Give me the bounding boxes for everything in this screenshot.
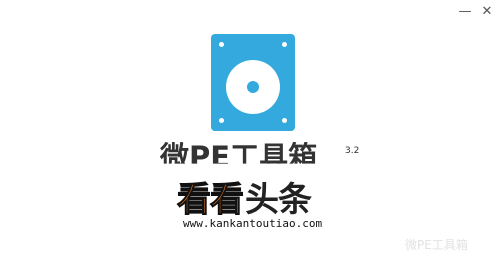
screw-bottom-left <box>219 118 224 123</box>
close-button[interactable]: ✕ <box>478 4 496 20</box>
watermark-brand-part2: 头条 <box>245 180 312 220</box>
disc-spindle <box>247 81 259 93</box>
screw-top-right <box>282 42 287 47</box>
app-version: 3.2 <box>345 146 360 156</box>
app-window: — ✕ 微PE工具箱 3.2 看看头条 www.kankantoutiao.co… <box>0 0 500 258</box>
disc-platter <box>226 60 280 114</box>
watermark-brand-part1: 看看 <box>177 180 245 221</box>
hard-disk-icon <box>211 34 295 131</box>
watermark-url: www.kankantoutiao.com <box>183 217 323 230</box>
minimize-button[interactable]: — <box>456 4 474 20</box>
screw-bottom-right <box>282 118 287 123</box>
watermark-logo: 看看头条 <box>177 180 313 221</box>
faded-bottom-text: 微PE工具箱 <box>405 238 468 252</box>
screw-top-left <box>219 42 224 47</box>
